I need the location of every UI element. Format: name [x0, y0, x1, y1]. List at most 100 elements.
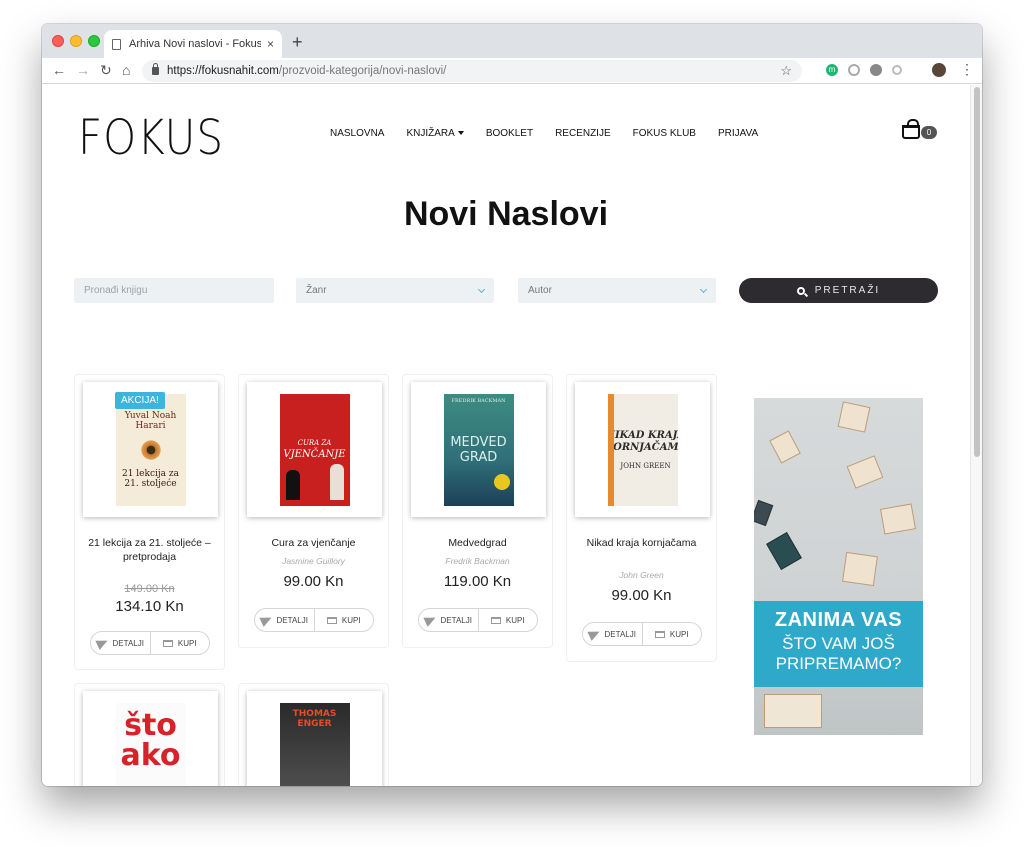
book-cover: NIKAD KRAJA KORNJAČAMA JOHN GREEN: [607, 393, 678, 506]
buy-button-label: KUPI: [669, 629, 689, 639]
details-button[interactable]: DETALJI: [583, 623, 642, 645]
url-path: /prozvoid-kategorija/novi-naslovi/: [278, 65, 447, 77]
product-card: FREDRIK BACKMAN MEDVED GRAD Medvedgrad F…: [402, 374, 553, 648]
home-icon[interactable]: ⌂: [122, 62, 130, 78]
product-card: Yuval Noah Harari 21 lekcija za 21. stol…: [74, 374, 225, 670]
book-cover: što ako: [115, 702, 186, 786]
tab-title: Arhiva Novi naslovi - FokusNahit: [129, 38, 261, 50]
page-viewport: FOKUS NASLOVNA KNJIŽARA BOOKLET RECENZIJ…: [42, 85, 982, 786]
product-author: Jasmine Guillory: [282, 556, 345, 566]
promo-banner[interactable]: ZANIMA VAS ŠTO VAM JOŠ PRIPREMAMO?: [754, 398, 923, 735]
nav-knjizara-label: KNJIŽARA: [406, 128, 455, 139]
nav-naslovna[interactable]: NASLOVNA: [330, 128, 384, 139]
cover-title: NIKAD KRAJA KORNJAČAMA: [607, 429, 678, 453]
product-image[interactable]: CURA ZA VJENČANJE: [247, 382, 382, 517]
minimize-window-button[interactable]: [70, 35, 82, 47]
browser-menu-icon[interactable]: ⋮: [960, 61, 974, 78]
nav-fokus-klub[interactable]: FOKUS KLUB: [633, 128, 696, 139]
buy-button[interactable]: KUPI: [477, 609, 538, 631]
nav-booklet[interactable]: BOOKLET: [486, 128, 533, 139]
cover-subtitle: CURA ZA: [297, 439, 332, 447]
product-card: THOMAS ENGER: [238, 683, 389, 786]
book-search-input[interactable]: Pronađi knjigu: [74, 278, 274, 303]
promo-text-band: ZANIMA VAS ŠTO VAM JOŠ PRIPREMAMO?: [754, 601, 923, 687]
forward-arrow-icon[interactable]: →: [76, 62, 90, 78]
paper-plane-icon: [94, 636, 110, 650]
site-logo[interactable]: FOKUS: [78, 109, 224, 165]
extension-circle-icon[interactable]: [848, 64, 860, 76]
back-arrow-icon[interactable]: ←: [52, 62, 66, 78]
page-icon: [112, 38, 121, 50]
profile-avatar[interactable]: [932, 63, 946, 77]
tab-close-icon[interactable]: ×: [267, 37, 274, 51]
cart-icon: [654, 630, 665, 638]
book-cover: THOMAS ENGER: [279, 702, 350, 786]
cover-author: Yuval Noah Harari: [124, 410, 177, 431]
flying-book-illustration: [879, 503, 917, 535]
browser-toolbar: ← → ↻ ⌂ https://fokusnahit.com/prozvoid-…: [42, 58, 982, 84]
search-icon: [796, 286, 805, 295]
extension-blob-icon[interactable]: [870, 64, 882, 76]
browser-window: Arhiva Novi naslovi - FokusNahit × + ← →…: [42, 24, 982, 786]
product-image[interactable]: što ako: [83, 691, 218, 786]
product-name[interactable]: Medvedgrad: [409, 536, 546, 550]
product-image[interactable]: FREDRIK BACKMAN MEDVED GRAD: [411, 382, 546, 517]
details-button[interactable]: DETALJI: [419, 609, 478, 631]
main-nav: NASLOVNA KNJIŽARA BOOKLET RECENZIJE FOKU…: [330, 128, 758, 139]
genre-select[interactable]: Žanr: [296, 278, 494, 303]
extension-m-icon[interactable]: m: [826, 64, 838, 76]
maximize-window-button[interactable]: [88, 35, 100, 47]
flying-book-illustration: [769, 430, 801, 464]
reload-icon[interactable]: ↻: [100, 62, 112, 79]
address-bar[interactable]: https://fokusnahit.com/prozvoid-kategori…: [142, 60, 802, 82]
flying-book-illustration: [842, 551, 878, 587]
author-select[interactable]: Autor: [518, 278, 716, 303]
product-image[interactable]: THOMAS ENGER: [247, 691, 382, 786]
buy-button[interactable]: KUPI: [313, 609, 374, 631]
product-name[interactable]: Cura za vjenčanje: [245, 536, 382, 550]
nav-prijava[interactable]: PRIJAVA: [718, 128, 758, 139]
nav-knjizara[interactable]: KNJIŽARA: [406, 128, 464, 139]
buy-button[interactable]: KUPI: [149, 632, 210, 654]
nav-recenzije[interactable]: RECENZIJE: [555, 128, 611, 139]
tab-strip: Arhiva Novi naslovi - FokusNahit × +: [42, 24, 982, 58]
book-cover: CURA ZA VJENČANJE: [279, 393, 350, 506]
scroll-thumb[interactable]: [974, 87, 980, 457]
buy-button-label: KUPI: [177, 638, 197, 648]
sticker-icon: [493, 473, 510, 490]
search-button[interactable]: PRETRAŽI: [739, 278, 938, 303]
product-name[interactable]: 21 lekcija za 21. stoljeće – pretprodaja: [81, 536, 218, 564]
details-button[interactable]: DETALJI: [91, 632, 150, 654]
paper-plane-icon: [258, 613, 274, 627]
product-price: 99.00 Kn: [611, 587, 672, 604]
close-window-button[interactable]: [52, 35, 64, 47]
product-actions: DETALJI KUPI: [418, 608, 538, 632]
cart-icon: [162, 639, 173, 647]
buy-button[interactable]: KUPI: [641, 623, 702, 645]
bookmark-star-icon[interactable]: ☆: [780, 63, 792, 79]
cart-icon: [326, 616, 337, 624]
details-button-label: DETALJI: [604, 629, 636, 639]
cover-title: što ako: [120, 707, 181, 773]
cover-title: MEDVED GRAD: [450, 434, 507, 465]
product-actions: DETALJI KUPI: [582, 622, 702, 646]
extension-ring-icon[interactable]: [892, 65, 902, 75]
vertical-scrollbar[interactable]: [970, 85, 982, 786]
paper-plane-icon: [586, 627, 602, 641]
search-button-label: PRETRAŽI: [814, 285, 881, 296]
product-price: 119.00 Kn: [443, 573, 512, 590]
details-button[interactable]: DETALJI: [255, 609, 314, 631]
browser-tab[interactable]: Arhiva Novi naslovi - FokusNahit ×: [104, 30, 282, 58]
details-button-label: DETALJI: [440, 615, 472, 625]
details-button-label: DETALJI: [112, 638, 144, 648]
basket-icon: [902, 119, 920, 139]
new-tab-button[interactable]: +: [292, 32, 303, 53]
product-name[interactable]: Nikad kraja kornjačama: [573, 536, 710, 550]
chevron-down-icon: [477, 285, 486, 294]
flying-book-illustration: [754, 499, 774, 527]
product-card: CURA ZA VJENČANJE Cura za vjenčanje Jasm…: [238, 374, 389, 648]
details-button-label: DETALJI: [276, 615, 308, 625]
chevron-down-icon: [457, 131, 464, 136]
product-image[interactable]: NIKAD KRAJA KORNJAČAMA JOHN GREEN: [575, 382, 710, 517]
cart-button[interactable]: 0: [902, 119, 937, 139]
